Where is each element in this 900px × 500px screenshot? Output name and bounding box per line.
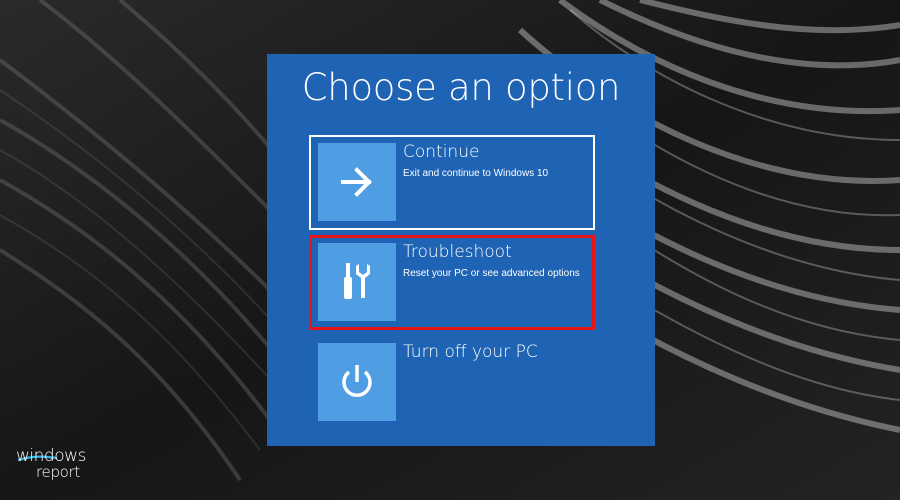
recovery-panel: Choose an option Continue Exit and conti… xyxy=(267,54,655,446)
logo-text-report: report xyxy=(36,463,81,481)
turn-off-option[interactable]: Turn off your PC xyxy=(309,335,595,430)
turn-off-tile xyxy=(318,343,396,421)
troubleshoot-option[interactable]: Troubleshoot Reset your PC or see advanc… xyxy=(309,235,595,330)
arrow-right-icon xyxy=(341,167,372,197)
power-icon xyxy=(342,365,372,397)
troubleshoot-description: Reset your PC or see advanced options xyxy=(403,268,580,279)
continue-tile xyxy=(318,143,396,221)
windows-report-logo: windows report xyxy=(16,446,100,486)
troubleshoot-tile xyxy=(318,243,396,321)
continue-label: Continue xyxy=(403,142,480,162)
continue-option[interactable]: Continue Exit and continue to Windows 10 xyxy=(309,135,595,230)
page-title: Choose an option xyxy=(301,66,621,109)
troubleshoot-label: Troubleshoot xyxy=(403,242,512,262)
tools-icon xyxy=(344,263,370,299)
continue-description: Exit and continue to Windows 10 xyxy=(403,168,549,179)
turn-off-label: Turn off your PC xyxy=(403,342,538,362)
